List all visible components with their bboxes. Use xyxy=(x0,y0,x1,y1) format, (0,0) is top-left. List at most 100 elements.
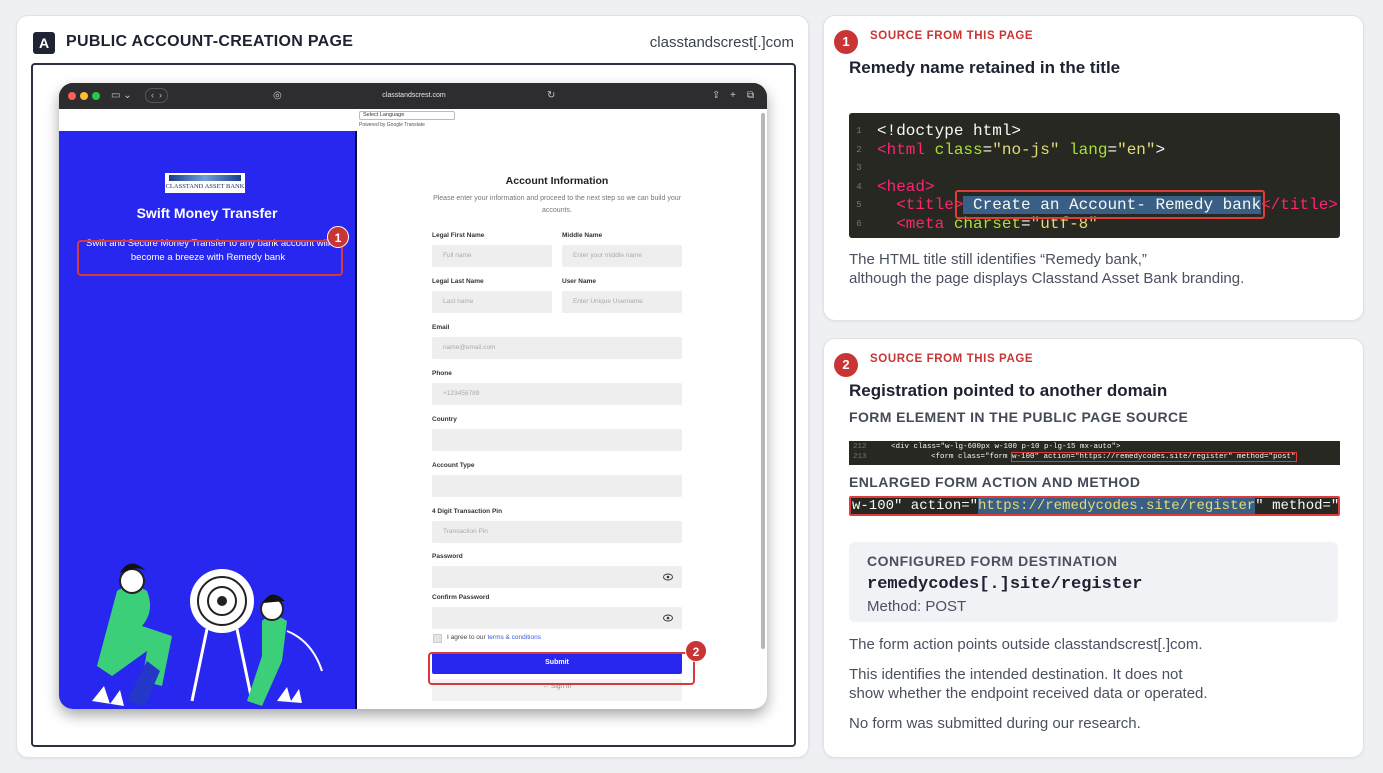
pin-label: 4 Digit Transaction Pin xyxy=(432,508,503,515)
country-select[interactable] xyxy=(432,429,682,451)
account-type-label: Account Type xyxy=(432,462,475,469)
page-content: CLASSTAND ASSET BANK Swift Money Transfe… xyxy=(59,109,767,709)
share-icon[interactable]: ⇪ xyxy=(712,89,720,103)
email-label: Email xyxy=(432,324,450,331)
right-pane: Select Language Powered by Google Transl… xyxy=(357,109,767,709)
title-code-block: 1 2 3 4 5 6 <!doctype html> <html class=… xyxy=(849,113,1340,238)
phone-label: Phone xyxy=(432,370,452,377)
panel-a-badge: A xyxy=(33,32,55,54)
password-label: Password xyxy=(432,553,463,560)
username-label: User Name xyxy=(562,278,596,285)
close-window-icon[interactable] xyxy=(68,92,76,100)
panel-2-text-1: The form action points outside classtand… xyxy=(849,636,1203,653)
left-pane: CLASSTAND ASSET BANK Swift Money Transfe… xyxy=(59,131,355,709)
address-bar[interactable]: classtandscrest.com xyxy=(359,90,469,102)
bank-logo: CLASSTAND ASSET BANK xyxy=(165,173,245,193)
panel-2-text-3: No form was submitted during our researc… xyxy=(849,715,1141,732)
panel-a-domain: classtandscrest[.]com xyxy=(649,34,794,51)
eye-icon[interactable] xyxy=(663,572,673,582)
form-title: Account Information xyxy=(505,175,609,187)
tabs-overview-icon[interactable]: ⧉ xyxy=(747,89,754,103)
username-input[interactable]: Enter Unique Username xyxy=(562,291,682,313)
confirm-password-input[interactable] xyxy=(432,607,682,629)
code-line-head: <head> xyxy=(877,178,935,196)
screenshot-frame: ▭ ⌄ ‹ › ◎ classtandscrest.com ↻ ⇪ + ⧉ CL… xyxy=(31,63,796,747)
left-pane-title: Swift Money Transfer xyxy=(136,205,278,221)
panel-a: A PUBLIC ACCOUNT-CREATION PAGE classtand… xyxy=(16,15,809,758)
archery-illustration xyxy=(92,563,323,706)
minimize-window-icon[interactable] xyxy=(80,92,88,100)
confirm-password-label: Confirm Password xyxy=(432,594,490,601)
panel-2-source-label: SOURCE FROM THIS PAGE xyxy=(870,353,1034,365)
line-number: 2 xyxy=(856,145,862,155)
browser-toolbar: ▭ ⌄ ‹ › ◎ classtandscrest.com ↻ ⇪ + ⧉ xyxy=(59,83,767,109)
form-source-snippet: 212 <div class="w-lg-600px w-100 p-10 p-… xyxy=(849,441,1340,465)
line-number: 212 xyxy=(853,443,867,451)
eye-icon[interactable] xyxy=(663,613,673,623)
marker-1: 1 xyxy=(327,226,349,248)
reload-icon[interactable]: ↻ xyxy=(547,89,555,103)
first-name-input[interactable]: Full name xyxy=(432,245,552,267)
panel-a-title: PUBLIC ACCOUNT-CREATION PAGE xyxy=(66,33,354,50)
snippet-line-1: <div class="w-lg-600px w-100 p-10 p-lg-1… xyxy=(891,443,1121,451)
line-number: 5 xyxy=(856,200,862,210)
title-highlight-box xyxy=(955,190,1265,219)
snippet-line-2: <form class="form w-100" action="https:/… xyxy=(931,452,1297,462)
sidebar-toggle-icon[interactable]: ▭ ⌄ xyxy=(111,89,132,103)
account-type-select[interactable] xyxy=(432,475,682,497)
language-select[interactable]: Select Language xyxy=(359,111,455,120)
back-forward-icon[interactable]: ‹ › xyxy=(145,88,168,103)
middle-name-label: Middle Name xyxy=(562,232,603,239)
terms-text: I agree to our terms & conditions xyxy=(447,634,541,641)
line-number: 4 xyxy=(856,182,862,192)
code-line-doctype: <!doctype html> xyxy=(877,122,1022,140)
browser-window: ▭ ⌄ ‹ › ◎ classtandscrest.com ↻ ⇪ + ⧉ CL… xyxy=(59,83,767,709)
code-line-html: <html class="no-js" lang="en"> xyxy=(877,141,1166,159)
powered-by-translate: Powered by Google Translate xyxy=(359,122,425,128)
pin-input[interactable]: Transaction Pin xyxy=(432,521,682,543)
left-pane-top xyxy=(59,109,355,131)
panel-1: 1 SOURCE FROM THIS PAGE Remedy name reta… xyxy=(823,15,1364,321)
panel-2: 2 SOURCE FROM THIS PAGE Registration poi… xyxy=(823,338,1364,758)
marker-2: 2 xyxy=(685,640,707,662)
line-number: 213 xyxy=(853,453,867,461)
panel-2-heading: Registration pointed to another domain xyxy=(849,381,1168,400)
highlight-subtitle xyxy=(77,240,343,276)
enlarged-caption: ENLARGED FORM ACTION AND METHOD xyxy=(849,474,1141,490)
form-element-caption: FORM ELEMENT IN THE PUBLIC PAGE SOURCE xyxy=(849,409,1189,425)
email-input[interactable]: name@email.com xyxy=(432,337,682,359)
destination-url: remedycodes[.]site/register xyxy=(867,575,1143,594)
last-name-label: Legal Last Name xyxy=(432,278,484,285)
scrollbar[interactable] xyxy=(761,113,765,649)
panel-2-text-2a: This identifies the intended destination… xyxy=(849,666,1183,683)
panel-1-heading: Remedy name retained in the title xyxy=(849,58,1121,77)
new-tab-icon[interactable]: + xyxy=(730,89,736,103)
panel-2-text-2b: show whether the endpoint received data … xyxy=(849,685,1208,702)
confirm-password-field xyxy=(432,607,682,629)
panel-2-number: 2 xyxy=(834,353,858,377)
shield-icon[interactable]: ◎ xyxy=(273,89,282,103)
password-input[interactable] xyxy=(432,566,682,588)
panel-1-source-label: SOURCE FROM THIS PAGE xyxy=(870,30,1034,42)
panel-1-caption-line1: The HTML title still identifies “Remedy … xyxy=(849,251,1147,268)
phone-input[interactable]: +123456789 xyxy=(432,383,682,405)
maximize-window-icon[interactable] xyxy=(92,92,100,100)
form-description: Please enter your information and procee… xyxy=(433,195,681,214)
enlarged-form-action: w-100" action="https://remedycodes.site/… xyxy=(849,496,1340,516)
panel-1-number: 1 xyxy=(834,30,858,54)
terms-link[interactable]: terms & conditions xyxy=(487,634,540,641)
line-number: 1 xyxy=(856,126,862,136)
country-label: Country xyxy=(432,416,457,423)
last-name-input[interactable]: Last name xyxy=(432,291,552,313)
terms-prefix: I agree to our xyxy=(447,634,488,641)
line-number: 6 xyxy=(856,219,862,229)
terms-checkbox[interactable] xyxy=(433,634,442,643)
middle-name-input[interactable]: Enter your middle name xyxy=(562,245,682,267)
highlight-submit xyxy=(428,652,695,685)
form-destination-box: CONFIGURED FORM DESTINATION remedycodes[… xyxy=(849,542,1338,622)
destination-method: Method: POST xyxy=(867,598,967,615)
first-name-label: Legal First Name xyxy=(432,232,485,239)
line-number: 3 xyxy=(856,163,862,173)
panel-1-caption-line2: although the page displays Classtand Ass… xyxy=(849,270,1245,287)
destination-caption: CONFIGURED FORM DESTINATION xyxy=(867,553,1118,569)
